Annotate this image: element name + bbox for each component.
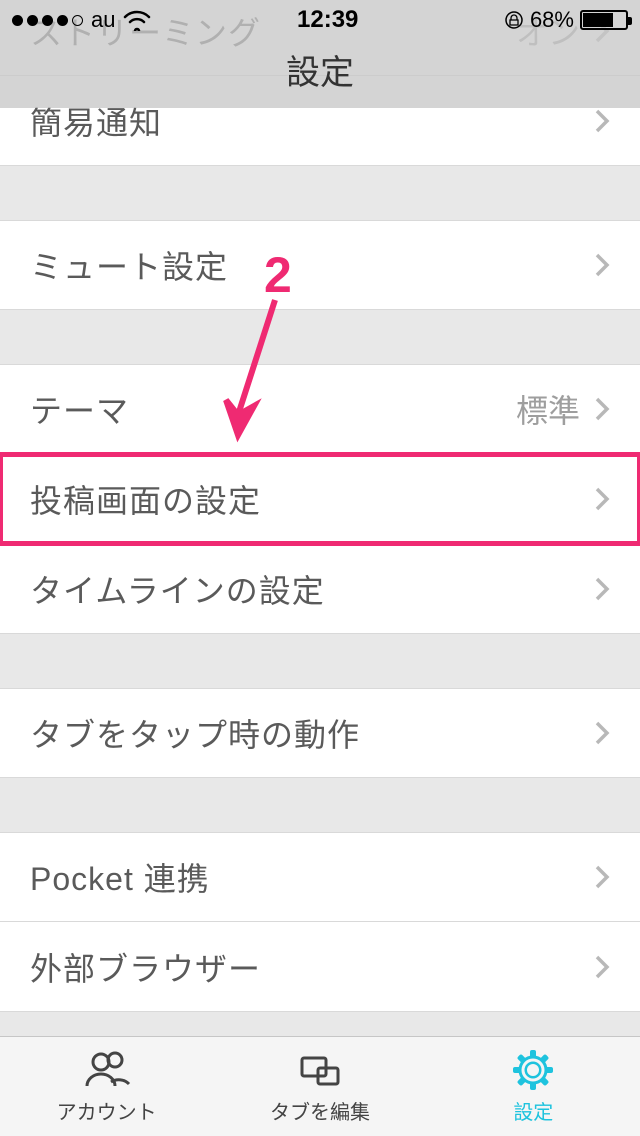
page-title: 設定 (286, 45, 354, 94)
status-left: au (12, 7, 151, 33)
row-external-browser[interactable]: 外部ブラウザー (0, 922, 640, 1012)
row-label: Pocket 連携 (30, 854, 594, 900)
tab-label: 設定 (513, 1096, 553, 1125)
annotation-number: 2 (264, 246, 292, 304)
chevron-right-icon (594, 252, 610, 278)
people-icon (83, 1048, 131, 1092)
tab-label: タブを編集 (270, 1096, 370, 1125)
row-label: 投稿画面の設定 (30, 476, 594, 522)
row-theme[interactable]: テーマ 標準 (0, 364, 640, 454)
row-tab-tap-action[interactable]: タブをタップ時の動作 (0, 688, 640, 778)
chevron-right-icon (594, 576, 610, 602)
row-compose-settings[interactable]: 投稿画面の設定 (0, 454, 640, 544)
battery-percentage: 68% (530, 7, 574, 33)
gear-icon (509, 1048, 557, 1092)
chevron-right-icon (594, 108, 610, 134)
tab-account[interactable]: アカウント (0, 1037, 213, 1136)
tab-label: アカウント (57, 1096, 157, 1125)
clock: 12:39 (297, 6, 358, 34)
status-right: 68% (504, 7, 628, 33)
row-label: 外部ブラウザー (30, 944, 594, 990)
settings-scroll-area[interactable]: ストリーミング オン 簡易通知 ミュート設定 テーマ 標準 投稿画面の設定 タイ… (0, 0, 640, 1036)
wifi-icon (123, 9, 151, 31)
row-mute-settings[interactable]: ミュート設定 (0, 220, 640, 310)
chevron-right-icon (594, 720, 610, 746)
row-label: タイムラインの設定 (30, 566, 594, 612)
row-label: ミュート設定 (30, 242, 594, 288)
row-label: タブをタップ時の動作 (30, 710, 594, 756)
chevron-right-icon (594, 396, 610, 422)
tab-edit-tabs[interactable]: タブを編集 (213, 1037, 426, 1136)
signal-strength-icon (12, 15, 83, 26)
orientation-lock-icon (504, 10, 524, 30)
chevron-right-icon (594, 486, 610, 512)
chevron-right-icon (594, 864, 610, 890)
chevron-right-icon (594, 954, 610, 980)
row-pocket[interactable]: Pocket 連携 (0, 832, 640, 922)
carrier-label: au (91, 7, 115, 33)
battery-icon (580, 10, 628, 30)
tab-settings[interactable]: 設定 (427, 1037, 640, 1136)
status-bar: au 12:39 68% (0, 0, 640, 40)
tab-bar: アカウント タブを編集 (0, 1036, 640, 1136)
tabs-icon (296, 1048, 344, 1092)
annotation-arrow-icon (220, 290, 300, 455)
row-timeline-settings[interactable]: タイムラインの設定 (0, 544, 640, 634)
row-value: 標準 (516, 386, 580, 432)
